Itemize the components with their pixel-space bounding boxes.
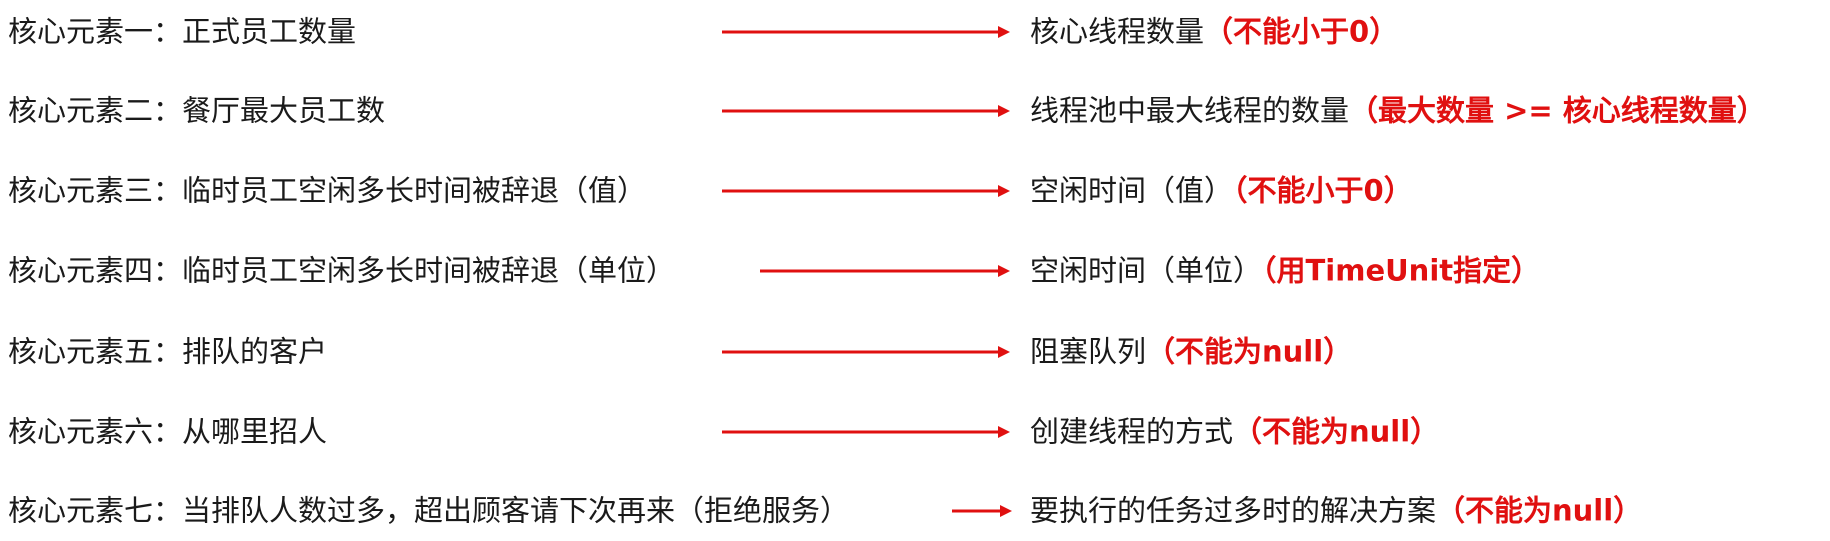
arrow-right-icon — [722, 184, 1010, 198]
mapping-row-6: 核心元素六：从哪里招人 创建线程的方式（不能为null） — [0, 402, 1830, 462]
parameter-name: 空闲时间（值） — [1030, 173, 1234, 208]
parameter-label: 核心线程数量（不能小于0） — [1030, 14, 1399, 49]
constraint-note: （最大数量 >= 核心线程数量） — [1349, 93, 1766, 128]
mapping-row-4: 核心元素四：临时员工空闲多长时间被辞退（单位） 空闲时间（单位）（用TimeUn… — [0, 241, 1830, 301]
element-label: 核心元素三：临时员工空闲多长时间被辞退（值） — [8, 173, 647, 208]
mapping-diagram: 核心元素一：正式员工数量 核心线程数量（不能小于0） 核心元素二：餐厅最大员工数… — [0, 0, 1830, 539]
constraint-note: （不能小于0） — [1233, 173, 1413, 208]
mapping-row-2: 核心元素二：餐厅最大员工数 线程池中最大线程的数量（最大数量 >= 核心线程数量… — [0, 81, 1830, 141]
arrow-right-icon — [952, 504, 1012, 518]
constraint-note: （不能为null） — [1436, 493, 1643, 528]
element-label: 核心元素五：排队的客户 — [8, 334, 328, 369]
parameter-label: 线程池中最大线程的数量（最大数量 >= 核心线程数量） — [1030, 93, 1766, 128]
element-label: 核心元素一：正式员工数量 — [8, 14, 357, 49]
constraint-note: （不能为null） — [1233, 414, 1440, 449]
constraint-note: （用TimeUnit指定） — [1262, 253, 1541, 288]
mapping-row-7: 核心元素七：当排队人数过多，超出顾客请下次再来（拒绝服务） 要执行的任务过多时的… — [0, 481, 1830, 541]
parameter-label: 空闲时间（单位）（用TimeUnit指定） — [1030, 253, 1541, 288]
parameter-name: 核心线程数量 — [1030, 14, 1205, 49]
element-label: 核心元素六：从哪里招人 — [8, 414, 328, 449]
parameter-label: 要执行的任务过多时的解决方案（不能为null） — [1030, 493, 1643, 528]
arrow-right-icon — [722, 345, 1010, 359]
arrow-right-icon — [722, 104, 1010, 118]
parameter-name: 阻塞队列 — [1030, 334, 1147, 369]
element-label: 核心元素七：当排队人数过多，超出顾客请下次再来（拒绝服务） — [8, 493, 850, 528]
arrow-right-icon — [722, 425, 1010, 439]
mapping-row-5: 核心元素五：排队的客户 阻塞队列（不能为null） — [0, 322, 1830, 382]
constraint-note: （不能小于0） — [1204, 14, 1399, 49]
parameter-name: 要执行的任务过多时的解决方案 — [1030, 493, 1437, 528]
element-label: 核心元素四：临时员工空闲多长时间被辞退（单位） — [8, 253, 676, 288]
parameter-name: 空闲时间（单位） — [1030, 253, 1263, 288]
mapping-row-3: 核心元素三：临时员工空闲多长时间被辞退（值） 空闲时间（值）（不能小于0） — [0, 161, 1830, 221]
arrow-right-icon — [722, 25, 1010, 39]
parameter-name: 线程池中最大线程的数量 — [1030, 93, 1350, 128]
arrow-right-icon — [760, 264, 1010, 278]
mapping-row-1: 核心元素一：正式员工数量 核心线程数量（不能小于0） — [0, 2, 1830, 62]
parameter-name: 创建线程的方式 — [1030, 414, 1234, 449]
constraint-note: （不能为null） — [1146, 334, 1353, 369]
parameter-label: 空闲时间（值）（不能小于0） — [1030, 173, 1413, 208]
parameter-label: 阻塞队列（不能为null） — [1030, 334, 1353, 369]
parameter-label: 创建线程的方式（不能为null） — [1030, 414, 1440, 449]
element-label: 核心元素二：餐厅最大员工数 — [8, 93, 386, 128]
